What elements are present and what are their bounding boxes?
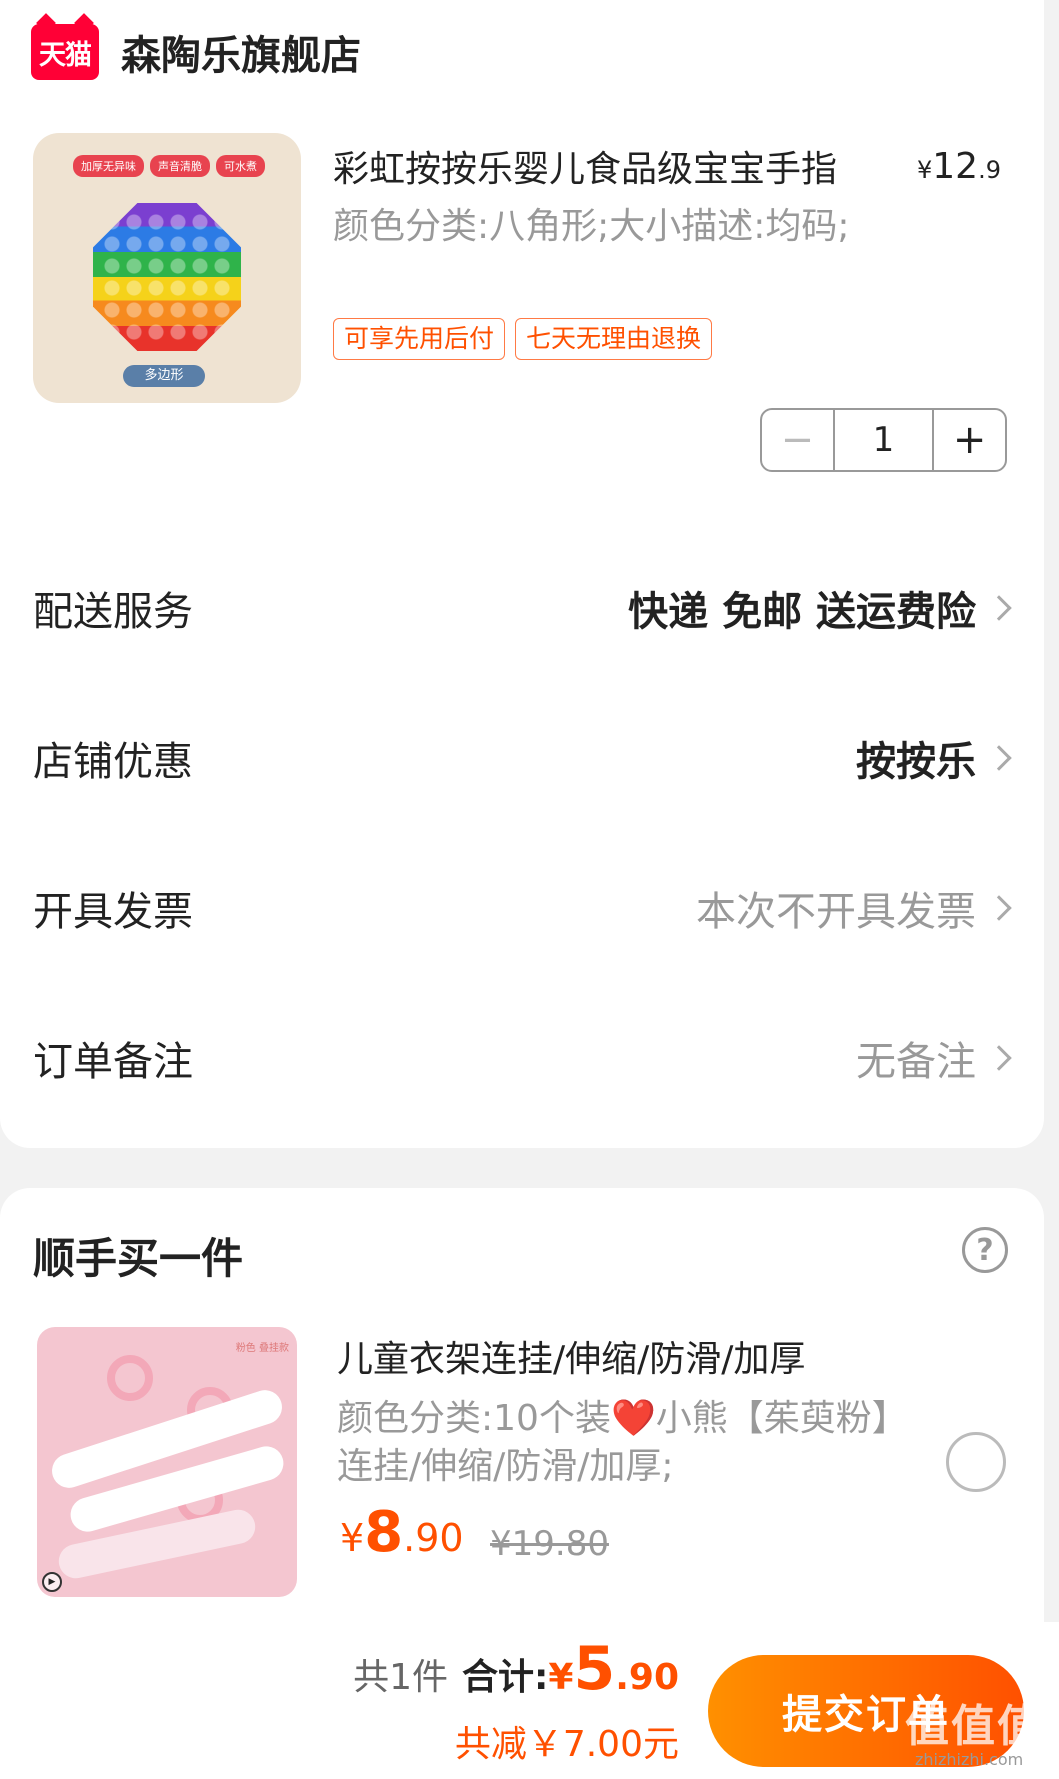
quantity-value[interactable]: 1 bbox=[832, 410, 935, 470]
upsell-spec: 颜色分类:10个装❤️小熊【茱萸粉】连挂/伸缩/防滑/加厚; bbox=[337, 1398, 890, 1487]
item-count: 共1件 bbox=[353, 1657, 448, 1698]
upsell-product-image[interactable]: 粉色 叠挂款 ▶ bbox=[37, 1327, 297, 1597]
tag-pay-later: 可享先用后付 bbox=[333, 318, 506, 360]
total-amount: 5 bbox=[573, 1634, 616, 1704]
total-decimal: .90 bbox=[615, 1657, 679, 1698]
row-delivery[interactable]: 配送服务 快递 免邮 送运费险 bbox=[33, 578, 1012, 638]
quantity-stepper: − 1 + bbox=[760, 408, 1007, 472]
chevron-right-icon bbox=[986, 1045, 1012, 1071]
watermark: 值值值 bbox=[905, 1701, 1043, 1752]
store-header[interactable]: 天猫 森陶乐旗舰店 bbox=[31, 22, 361, 82]
product-spec: 颜色分类:八角形;大小描述:均码; bbox=[333, 206, 850, 247]
chevron-right-icon bbox=[986, 595, 1012, 621]
hanger-hook-graphic bbox=[107, 1355, 153, 1401]
help-icon[interactable]: ? bbox=[962, 1227, 1008, 1273]
total-currency: ¥ bbox=[548, 1657, 574, 1698]
decrease-button[interactable]: − bbox=[762, 410, 833, 470]
discount-text: 共减￥7.00元 bbox=[454, 1724, 679, 1765]
watermark-url: zhizhizhi.com bbox=[915, 1750, 1024, 1769]
chevron-right-icon bbox=[986, 745, 1012, 771]
total-label: 合计: bbox=[462, 1657, 549, 1698]
image-pill: 声音清脆 bbox=[150, 155, 210, 177]
image-pill: 可水煮 bbox=[216, 155, 265, 177]
product-title[interactable]: 彩虹按按乐婴儿食品级宝宝手指 bbox=[333, 140, 837, 192]
row-label: 订单备注 bbox=[33, 1039, 193, 1085]
upsell-original-price: ¥19.80 bbox=[490, 1524, 609, 1564]
image-badge: 粉色 叠挂款 bbox=[235, 1343, 289, 1354]
image-pill: 加厚无异味 bbox=[73, 155, 144, 177]
chevron-right-icon bbox=[986, 895, 1012, 921]
upsell-price: ¥8.90 bbox=[340, 1500, 464, 1565]
product-image[interactable]: 加厚无异味 声音清脆 可水煮 多边形 bbox=[33, 133, 301, 403]
image-shape-label: 多边形 bbox=[123, 365, 205, 387]
play-icon[interactable]: ▶ bbox=[42, 1572, 62, 1592]
row-value: 无备注 bbox=[856, 1039, 976, 1085]
upsell-title[interactable]: 儿童衣架连挂/伸缩/防滑/加厚 bbox=[337, 1330, 805, 1382]
store-name: 森陶乐旗舰店 bbox=[121, 33, 361, 79]
row-label: 开具发票 bbox=[33, 889, 193, 935]
tmall-logo: 天猫 bbox=[31, 24, 99, 80]
row-value: 本次不开具发票 bbox=[696, 889, 976, 935]
service-tags: 可享先用后付 七天无理由退换 bbox=[333, 318, 713, 360]
product-price: ¥12.9 bbox=[917, 146, 1001, 187]
upsell-section-title: 顺手买一件 bbox=[33, 1234, 244, 1283]
row-store-discount[interactable]: 店铺优惠 按按乐 bbox=[33, 728, 1012, 788]
upsell-select-radio[interactable] bbox=[946, 1432, 1006, 1492]
total-summary: 共1件 合计: ¥ 5 .90 bbox=[353, 1634, 679, 1704]
increase-button[interactable]: + bbox=[934, 410, 1005, 470]
row-value: 快递 免邮 送运费险 bbox=[628, 589, 976, 635]
row-label: 配送服务 bbox=[33, 589, 193, 635]
row-invoice[interactable]: 开具发票 本次不开具发票 bbox=[33, 878, 1012, 938]
tag-7day-return: 七天无理由退换 bbox=[515, 318, 713, 360]
image-pills: 加厚无异味 声音清脆 可水煮 bbox=[73, 155, 265, 177]
row-order-note[interactable]: 订单备注 无备注 bbox=[33, 1028, 1012, 1088]
row-value: 按按乐 bbox=[856, 739, 976, 785]
row-label: 店铺优惠 bbox=[33, 739, 193, 785]
rainbow-popper-graphic bbox=[93, 203, 241, 351]
